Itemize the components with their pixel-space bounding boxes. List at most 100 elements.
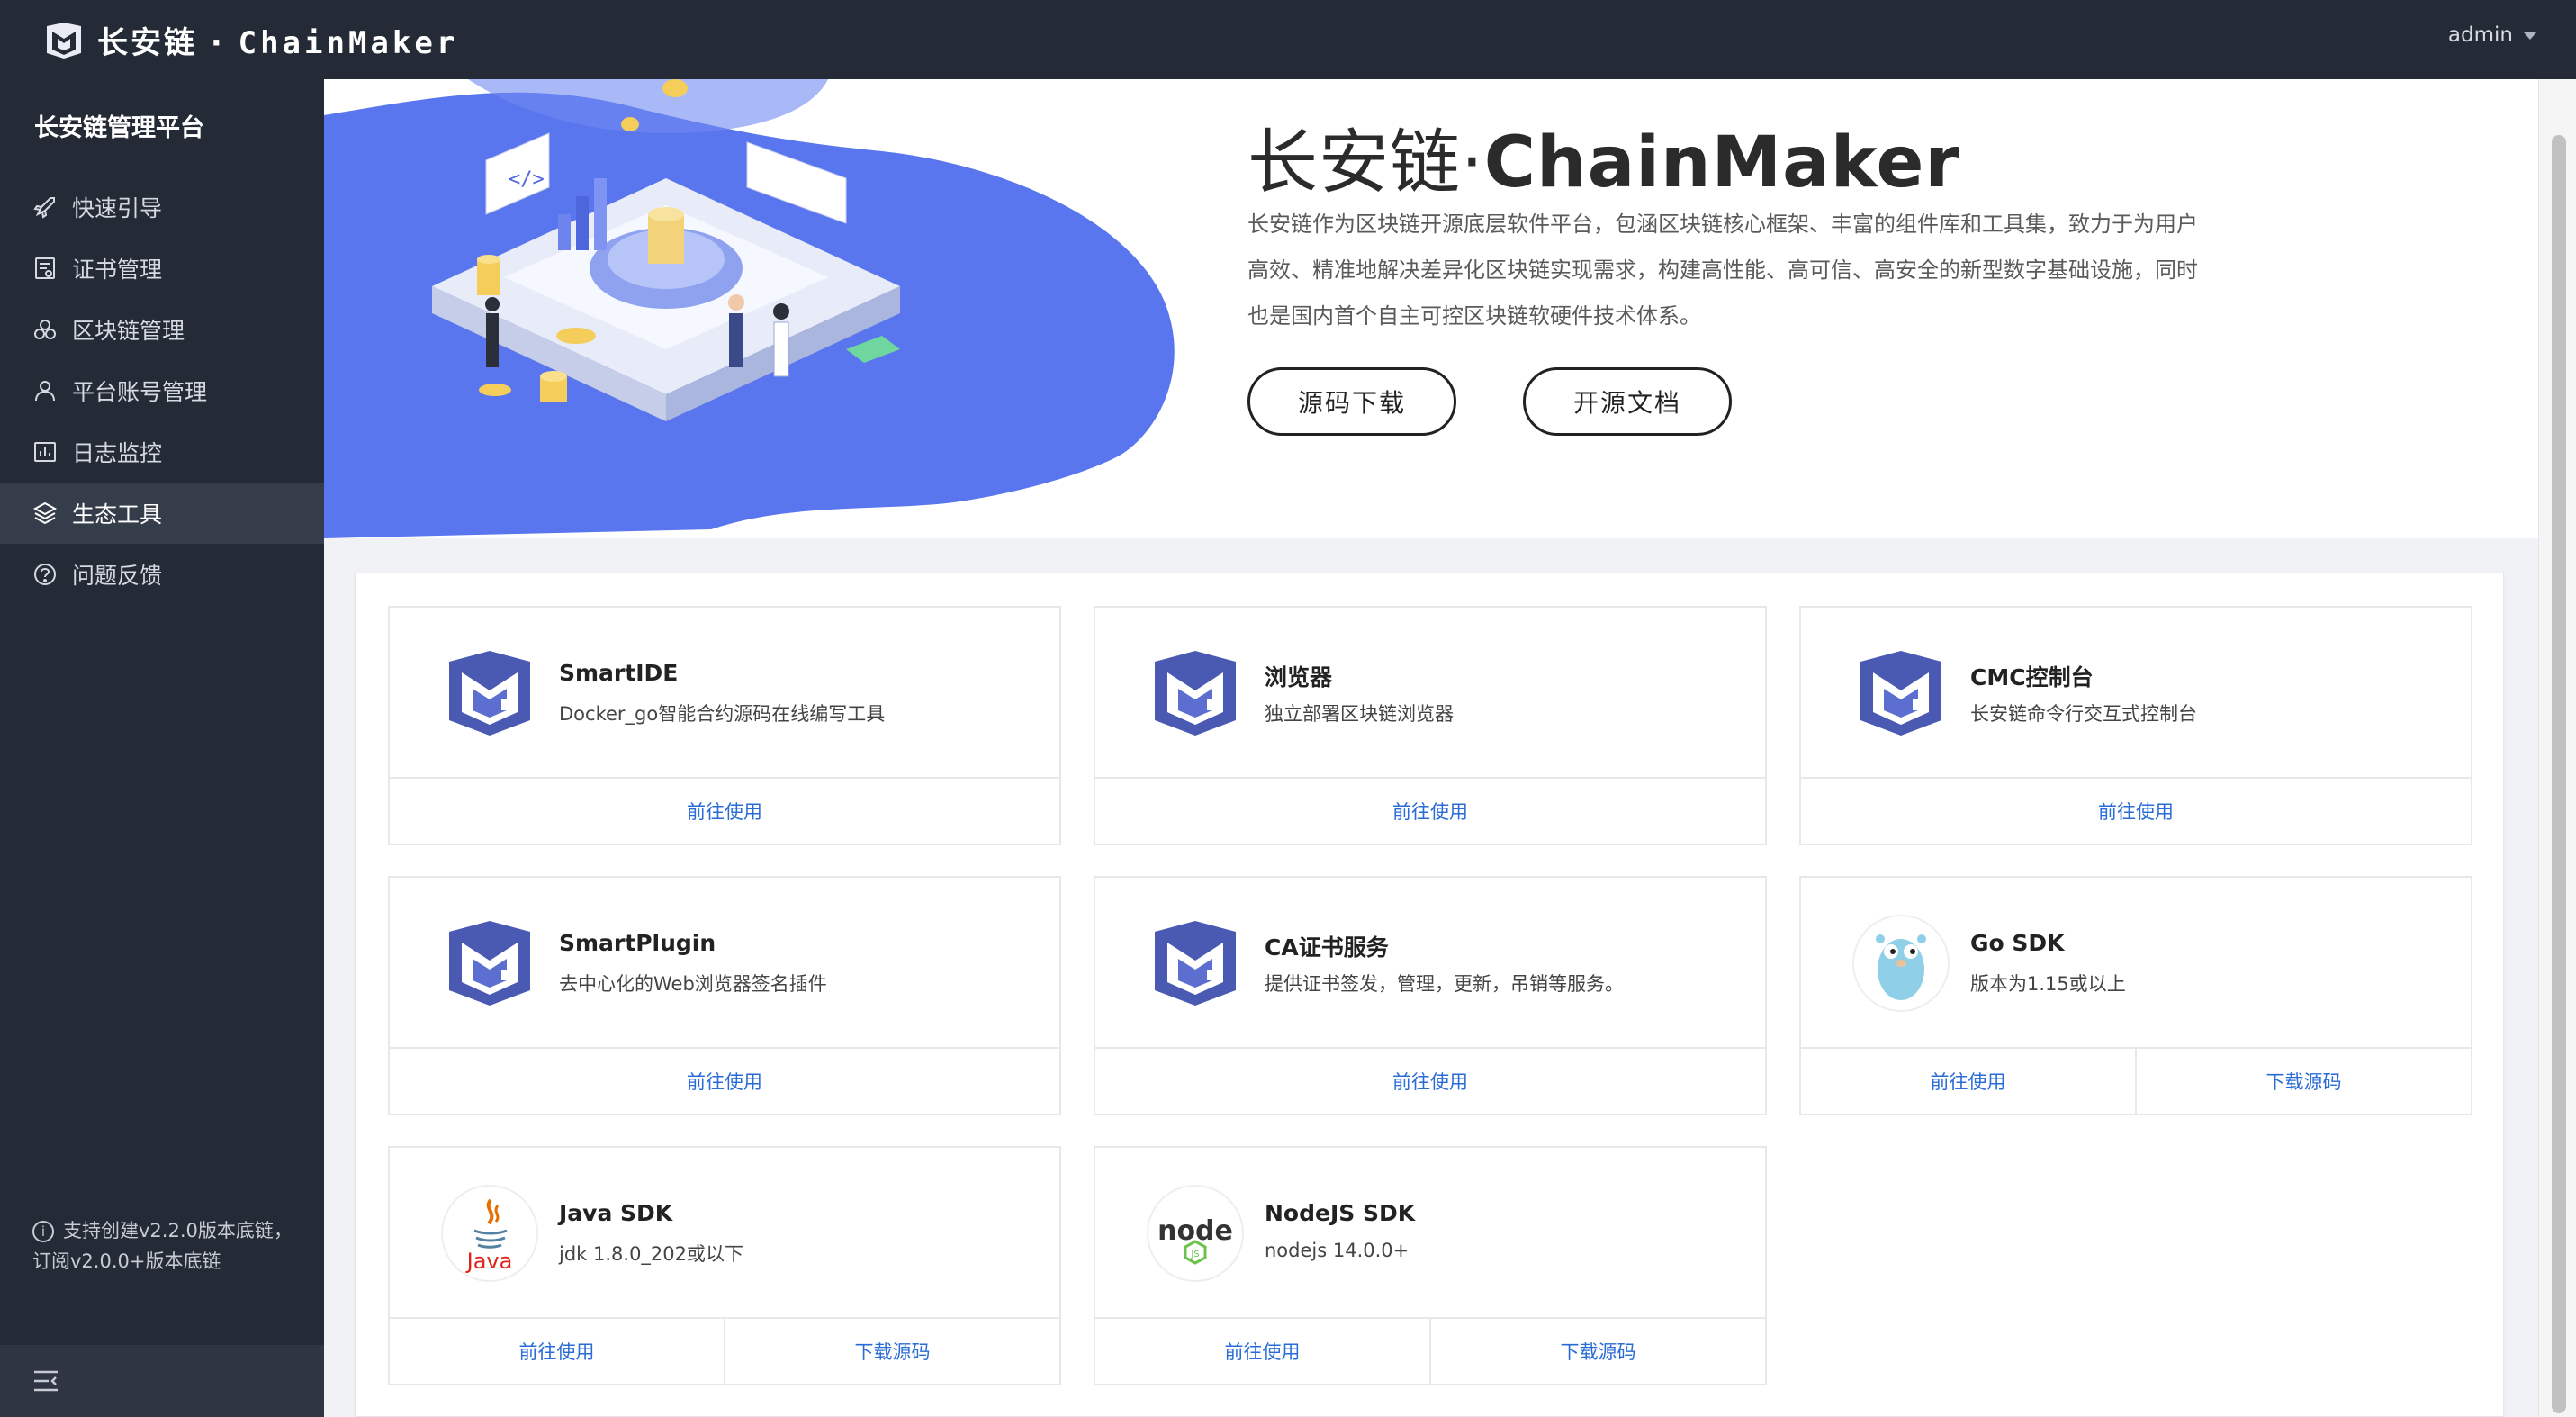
tool-name: 浏览器 <box>1265 664 1333 690</box>
user-icon <box>35 381 55 402</box>
tool-name: CMC控制台 <box>1970 664 2094 690</box>
sidebar: 长安链管理平台 快速引导 证书管理 区块链管理 平台账号管理 日志监控 生态工具 <box>0 79 324 1417</box>
go-to-use-link[interactable]: 前往使用 <box>1801 779 2471 844</box>
go-to-use-link[interactable]: 前往使用 <box>1095 1319 1429 1384</box>
download-source-link[interactable]: 下载源码 <box>1429 1319 1765 1384</box>
go-to-use-link[interactable]: 前往使用 <box>1095 1049 1765 1114</box>
tool-card-body: Java Java SDK jdk 1.8.0_202或以下 <box>390 1148 1059 1317</box>
chainmaker-logo-icon <box>47 23 81 59</box>
vertical-scrollbar[interactable] <box>2538 79 2576 1417</box>
brand-separator: · <box>210 24 225 61</box>
open-source-docs-button[interactable]: 开源文档 <box>1523 367 1732 436</box>
tool-description: jdk 1.8.0_202或以下 <box>559 1243 744 1265</box>
svg-text:</>: </> <box>509 168 545 191</box>
tool-name: Java SDK <box>559 1200 673 1226</box>
tool-description: Docker_go智能合约源码在线编写工具 <box>559 703 886 725</box>
tool-description: 独立部署区块链浏览器 <box>1265 703 1454 725</box>
chainmaker-logo <box>449 651 530 736</box>
go-to-use-link[interactable]: 前往使用 <box>390 779 1059 844</box>
scrollbar-thumb[interactable] <box>2552 135 2566 1413</box>
sidebar-footer <box>0 1345 324 1417</box>
main-content: </> 长安链·ChainMaker 长安链作为区块链开源底层软件平台，包涵区块… <box>324 79 2538 1417</box>
chainmaker-logo <box>1155 651 1236 736</box>
sidebar-item-label: 区块链管理 <box>72 318 185 344</box>
tool-card-body: CA证书服务 提供证书签发，管理，更新，吊销等服务。 <box>1095 878 1765 1047</box>
sidebar-item-label: 生态工具 <box>72 501 163 528</box>
tool-name: NodeJS SDK <box>1265 1200 1416 1226</box>
download-source-link[interactable]: 下载源码 <box>2135 1049 2471 1114</box>
hero-banner: </> 长安链·ChainMaker 长安链作为区块链开源底层软件平台，包涵区块… <box>324 79 2538 538</box>
svg-text:Java: Java <box>465 1249 513 1274</box>
tool-card-actions: 前往使用 <box>1095 777 1765 844</box>
tool-card-actions: 前往使用 下载源码 <box>1801 1047 2471 1114</box>
chainmaker-logo <box>1860 651 1941 736</box>
hero-title: 长安链·ChainMaker <box>1247 106 1960 207</box>
tool-card-body: SmartPlugin 去中心化的Web浏览器签名插件 <box>390 878 1059 1047</box>
sidebar-item-log-monitor[interactable]: 日志监控 <box>0 421 324 483</box>
tool-card-actions: 前往使用 下载源码 <box>1095 1317 1765 1384</box>
tool-card-browser: 浏览器 独立部署区块链浏览器 前往使用 <box>1094 606 1767 845</box>
sidebar-item-label: 日志监控 <box>72 440 163 466</box>
user-name: admin <box>2447 23 2513 47</box>
hero-description: 长安链作为区块链开源底层软件平台，包涵区块链核心框架、丰富的组件库和工具集，致力… <box>1247 212 2198 329</box>
brand-en: ChainMaker <box>238 24 459 61</box>
brand-cn: 长安链 <box>97 24 197 61</box>
sidebar-item-feedback[interactable]: 问题反馈 <box>0 544 324 605</box>
tool-card-nodejs-sdk: node JS NodeJS SDK nodejs 14.0.0+ 前往使用 下载… <box>1094 1146 1767 1385</box>
sidebar-item-blockchain[interactable]: 区块链管理 <box>0 299 324 360</box>
chevron-down-icon <box>2524 32 2536 40</box>
tool-name: Go SDK <box>1970 930 2065 956</box>
tool-card-actions: 前往使用 <box>1801 777 2471 844</box>
tool-card-actions: 前往使用 <box>390 777 1059 844</box>
sidebar-item-label: 证书管理 <box>72 257 163 283</box>
tool-name: CA证书服务 <box>1265 934 1389 961</box>
tool-description: 版本为1.15或以上 <box>1970 973 2126 995</box>
svg-text:JS: JS <box>1190 1250 1199 1259</box>
tools-panel: SmartIDE Docker_go智能合约源码在线编写工具 前往使用 浏览器 … <box>355 573 2504 1417</box>
monitor-icon <box>34 442 56 462</box>
sidebar-item-accounts[interactable]: 平台账号管理 <box>0 360 324 421</box>
collapse-menu-icon[interactable] <box>32 1368 59 1394</box>
go-to-use-link[interactable]: 前往使用 <box>1095 779 1765 844</box>
sidebar-item-quick-guide[interactable]: 快速引导 <box>0 176 324 238</box>
tool-card-body: node JS NodeJS SDK nodejs 14.0.0+ <box>1095 1148 1765 1317</box>
sidebar-item-certificates[interactable]: 证书管理 <box>0 238 324 299</box>
sidebar-menu: 快速引导 证书管理 区块链管理 平台账号管理 日志监控 生态工具 问题反馈 <box>0 176 324 605</box>
tool-description: 长安链命令行交互式控制台 <box>1970 703 2197 725</box>
tool-card-actions: 前往使用 下载源码 <box>390 1317 1059 1384</box>
tool-card-body: 浏览器 独立部署区块链浏览器 <box>1095 608 1765 777</box>
tool-card-body: CMC控制台 长安链命令行交互式控制台 <box>1801 608 2471 777</box>
question-icon <box>34 564 56 585</box>
version-note-text: 支持创建v2.2.0版本底链，订阅v2.0.0+版本底链 <box>32 1220 293 1272</box>
go-to-use-link[interactable]: 前往使用 <box>390 1319 724 1384</box>
app-logo[interactable]: 长安链 · ChainMaker <box>43 13 458 67</box>
chainmaker-logo <box>1155 921 1236 1006</box>
go-to-use-link[interactable]: 前往使用 <box>1801 1049 2135 1114</box>
download-source-link[interactable]: 下载源码 <box>724 1319 1059 1384</box>
go-gopher-logo <box>1852 915 1950 1012</box>
tool-description: nodejs 14.0.0+ <box>1265 1240 1410 1261</box>
tool-card-actions: 前往使用 <box>1095 1047 1765 1114</box>
sidebar-item-ecosystem-tools[interactable]: 生态工具 <box>0 483 324 544</box>
chainmaker-logo <box>449 921 530 1006</box>
certificate-icon <box>35 257 55 279</box>
tool-name: SmartIDE <box>559 660 679 686</box>
version-note: i 支持创建v2.2.0版本底链，订阅v2.0.0+版本底链 <box>32 1215 293 1277</box>
sidebar-item-label: 快速引导 <box>72 195 163 221</box>
tool-card-ca-service: CA证书服务 提供证书签发，管理，更新，吊销等服务。 前往使用 <box>1094 876 1767 1115</box>
java-logo: Java <box>441 1185 538 1282</box>
go-to-use-link[interactable]: 前往使用 <box>390 1049 1059 1114</box>
sidebar-title: 长安链管理平台 <box>34 114 204 142</box>
rocket-icon <box>33 197 55 219</box>
tool-card-java-sdk: Java Java SDK jdk 1.8.0_202或以下 前往使用 下载源码 <box>388 1146 1061 1385</box>
tool-card-body: Go SDK 版本为1.15或以上 <box>1801 878 2471 1047</box>
tool-description: 提供证书签发，管理，更新，吊销等服务。 <box>1265 973 1624 995</box>
blockchain-icon <box>34 320 56 339</box>
source-download-button[interactable]: 源码下载 <box>1247 367 1456 436</box>
tool-card-smartplugin: SmartPlugin 去中心化的Web浏览器签名插件 前往使用 <box>388 876 1061 1115</box>
hero-title-cn: 长安链· <box>1247 122 1484 203</box>
top-bar: 长安链 · ChainMaker admin <box>0 0 2576 79</box>
user-menu[interactable]: admin <box>2448 23 2536 47</box>
layers-icon <box>32 501 58 525</box>
hero-illustration: </> <box>324 79 1175 538</box>
